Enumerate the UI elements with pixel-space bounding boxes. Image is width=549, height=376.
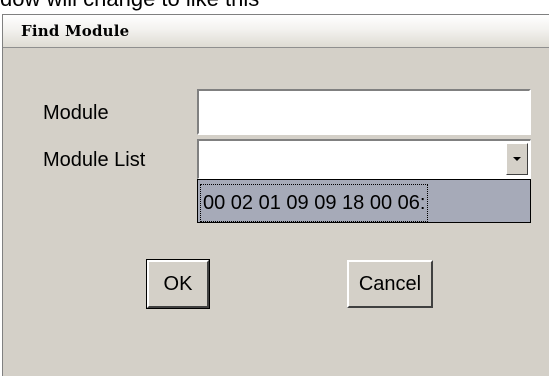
module-input[interactable] xyxy=(197,89,531,135)
module-list-dropdown: 00 02 01 09 09 18 00 06: xyxy=(197,179,531,223)
cancel-button[interactable]: Cancel xyxy=(347,260,433,308)
page: dow will change to like this Find Module… xyxy=(0,0,549,376)
module-label: Module xyxy=(43,102,109,124)
chevron-down-icon xyxy=(513,157,521,161)
module-list-combobox[interactable] xyxy=(197,139,531,179)
caption-fragment: dow will change to like this xyxy=(0,0,259,10)
module-list-dropdown-button[interactable] xyxy=(506,143,528,175)
dialog-title: Find Module xyxy=(21,22,130,40)
module-list-option[interactable]: 00 02 01 09 09 18 00 06: xyxy=(200,184,429,222)
dialog-titlebar[interactable]: Find Module xyxy=(3,15,549,48)
find-module-dialog: Find Module Module Module List 00 02 01 … xyxy=(2,14,549,376)
module-list-label: Module List xyxy=(43,149,146,171)
ok-button[interactable]: OK xyxy=(146,259,210,309)
